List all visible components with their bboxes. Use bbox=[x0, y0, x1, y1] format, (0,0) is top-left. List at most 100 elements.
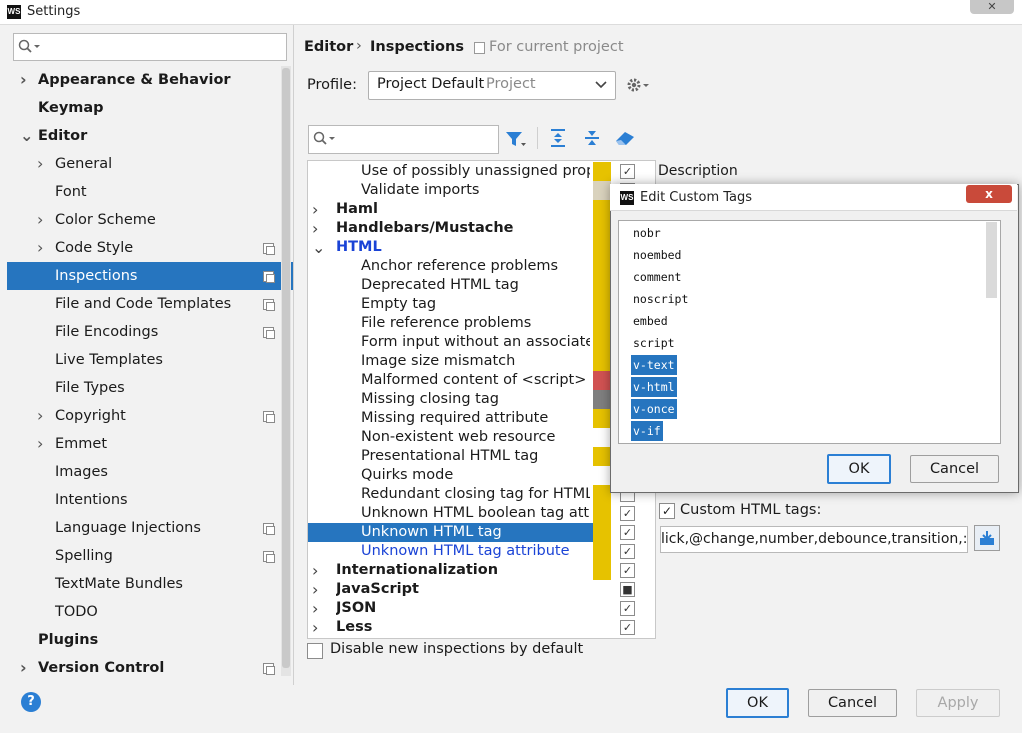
custom-tag-item[interactable]: v-html bbox=[631, 377, 677, 397]
inspection-row[interactable]: › Less ✓ bbox=[308, 618, 655, 637]
chevron-right-icon[interactable]: › bbox=[312, 580, 318, 599]
inspection-row[interactable]: Validate imports bbox=[308, 181, 655, 200]
chevron-right-icon[interactable]: › bbox=[312, 200, 318, 219]
chevron-right-icon[interactable]: › bbox=[37, 234, 43, 262]
expand-all-icon[interactable] bbox=[548, 128, 568, 148]
sidebar-item[interactable]: Plugins bbox=[0, 626, 280, 654]
inspection-row[interactable]: Malformed content of <script> ta bbox=[308, 371, 655, 390]
inspection-enabled-checkbox[interactable]: ✓ bbox=[620, 544, 635, 559]
sidebar-item[interactable]: Inspections bbox=[7, 262, 293, 290]
inspection-row[interactable]: Unknown HTML boolean tag attri ✓ bbox=[308, 504, 655, 523]
chevron-right-icon[interactable]: › bbox=[312, 618, 318, 637]
chevron-right-icon[interactable]: › bbox=[312, 219, 318, 238]
inspection-enabled-checkbox[interactable]: ✓ bbox=[620, 164, 635, 179]
inspection-row[interactable]: Non-existent web resource bbox=[308, 428, 655, 447]
disable-new-inspections-checkbox[interactable] bbox=[307, 643, 323, 659]
custom-tag-item[interactable]: v-once bbox=[631, 399, 677, 419]
custom-tag-item[interactable]: script bbox=[631, 333, 677, 353]
sidebar-item[interactable]: File Types bbox=[0, 374, 280, 402]
sidebar-item[interactable]: Spelling bbox=[0, 542, 280, 570]
window-close-icon[interactable]: ✕ bbox=[970, 0, 1014, 14]
custom-tags-list[interactable]: nobr noembed comment noscript embed script v-t… bbox=[618, 220, 1001, 444]
inspection-row[interactable]: Anchor reference problems bbox=[308, 257, 655, 276]
inspection-row[interactable]: Presentational HTML tag bbox=[308, 447, 655, 466]
cancel-button[interactable]: Cancel bbox=[808, 689, 897, 717]
inspection-row[interactable]: Use of possibly unassigned proper ✓ bbox=[308, 162, 655, 181]
sidebar-item[interactable]: TextMate Bundles bbox=[0, 570, 280, 598]
filter-icon[interactable] bbox=[505, 130, 527, 148]
chevron-down-icon[interactable]: ⌄ bbox=[20, 122, 33, 150]
dialog-cancel-button[interactable]: Cancel bbox=[910, 455, 999, 483]
inspection-row[interactable]: Unknown HTML tag ✓ bbox=[308, 523, 635, 542]
inspection-row[interactable]: Missing closing tag bbox=[308, 390, 655, 409]
custom-tag-item[interactable]: v-text bbox=[631, 355, 677, 375]
inspection-row[interactable]: › Internationalization ✓ bbox=[308, 561, 655, 580]
inspection-row[interactable]: Deprecated HTML tag bbox=[308, 276, 655, 295]
chevron-right-icon[interactable]: › bbox=[37, 150, 43, 178]
inspection-row[interactable]: Empty tag bbox=[308, 295, 655, 314]
inspection-row[interactable]: ⌄ HTML bbox=[308, 238, 655, 257]
sidebar-item[interactable]: Version Control › bbox=[0, 654, 280, 682]
inspection-row[interactable]: Image size mismatch bbox=[308, 352, 655, 371]
inspection-enabled-checkbox[interactable]: ✓ bbox=[620, 620, 635, 635]
sidebar-item[interactable]: Live Templates bbox=[0, 346, 280, 374]
inspection-row[interactable]: › JavaScript ■ bbox=[308, 580, 655, 599]
profile-dropdown[interactable]: Project Default Project bbox=[368, 71, 616, 100]
custom-tags-scrollbar[interactable] bbox=[986, 222, 997, 298]
inspection-row[interactable]: › Handlebars/Mustache bbox=[308, 219, 655, 238]
custom-tag-item[interactable]: nobr bbox=[631, 223, 663, 243]
inspection-enabled-checkbox[interactable]: ■ bbox=[620, 582, 635, 597]
custom-html-tags-checkbox[interactable]: ✓ bbox=[659, 503, 675, 519]
collapse-all-icon[interactable] bbox=[582, 128, 602, 148]
sidebar-item[interactable]: Code Style › bbox=[0, 234, 280, 262]
chevron-right-icon[interactable]: › bbox=[20, 66, 27, 94]
chevron-right-icon[interactable]: › bbox=[37, 430, 43, 458]
custom-tag-item[interactable]: noembed bbox=[631, 245, 683, 265]
inspection-row[interactable]: Form input without an associated bbox=[308, 333, 655, 352]
inspection-enabled-checkbox[interactable]: ✓ bbox=[620, 525, 635, 540]
custom-tag-item[interactable]: v-if bbox=[631, 421, 663, 441]
inspection-row[interactable]: › JSON ✓ bbox=[308, 599, 655, 618]
inspection-row[interactable]: Unknown HTML tag attribute ✓ bbox=[308, 542, 655, 561]
sidebar-scrollbar-thumb[interactable] bbox=[282, 68, 290, 668]
custom-tag-item[interactable]: noscript bbox=[631, 289, 690, 309]
sidebar-item[interactable]: Keymap bbox=[0, 94, 280, 122]
inspection-enabled-checkbox[interactable]: ✓ bbox=[620, 563, 635, 578]
ok-button[interactable]: OK bbox=[726, 688, 789, 718]
sidebar-item[interactable]: File Encodings bbox=[0, 318, 280, 346]
inspection-row[interactable]: Missing required attribute bbox=[308, 409, 655, 428]
inspection-enabled-checkbox[interactable]: ✓ bbox=[620, 506, 635, 521]
chevron-right-icon[interactable]: › bbox=[312, 599, 318, 618]
inspection-row[interactable]: File reference problems bbox=[308, 314, 655, 333]
edit-custom-tags-button[interactable] bbox=[974, 525, 1000, 551]
reset-eraser-icon[interactable] bbox=[614, 129, 636, 147]
sidebar-item[interactable]: Language Injections bbox=[0, 514, 280, 542]
chevron-right-icon[interactable]: › bbox=[37, 206, 43, 234]
settings-search-input[interactable] bbox=[13, 33, 287, 61]
gear-icon[interactable] bbox=[626, 76, 652, 94]
inspections-search-input[interactable] bbox=[308, 125, 499, 154]
inspections-tree[interactable]: Use of possibly unassigned proper ✓ Valida… bbox=[307, 160, 656, 639]
dialog-close-icon[interactable]: x bbox=[966, 185, 1012, 203]
custom-tag-item[interactable]: embed bbox=[631, 311, 670, 331]
inspection-row[interactable]: Redundant closing tag for HTML e bbox=[308, 485, 655, 504]
chevron-right-icon[interactable]: › bbox=[37, 402, 43, 430]
sidebar-item[interactable]: Font bbox=[0, 178, 280, 206]
custom-tag-item[interactable]: comment bbox=[631, 267, 683, 287]
inspection-row[interactable]: Quirks mode bbox=[308, 466, 655, 485]
chevron-right-icon[interactable]: › bbox=[20, 654, 27, 682]
apply-button[interactable]: Apply bbox=[916, 689, 1000, 717]
sidebar-item[interactable]: Intentions bbox=[0, 486, 280, 514]
sidebar-item[interactable]: Images bbox=[0, 458, 280, 486]
sidebar-item[interactable]: Editor ⌄ bbox=[0, 122, 280, 150]
sidebar-item[interactable]: Appearance & Behavior › bbox=[0, 66, 280, 94]
inspection-enabled-checkbox[interactable]: ✓ bbox=[620, 601, 635, 616]
help-button[interactable]: ? bbox=[21, 692, 41, 712]
chevron-right-icon[interactable]: › bbox=[312, 561, 318, 580]
chevron-down-icon[interactable]: ⌄ bbox=[312, 238, 325, 257]
inspection-row[interactable]: › Haml bbox=[308, 200, 655, 219]
sidebar-item[interactable]: File and Code Templates bbox=[0, 290, 280, 318]
sidebar-item[interactable]: Color Scheme › bbox=[0, 206, 280, 234]
sidebar-item[interactable]: Emmet › bbox=[0, 430, 280, 458]
sidebar-item[interactable]: TODO bbox=[0, 598, 280, 626]
